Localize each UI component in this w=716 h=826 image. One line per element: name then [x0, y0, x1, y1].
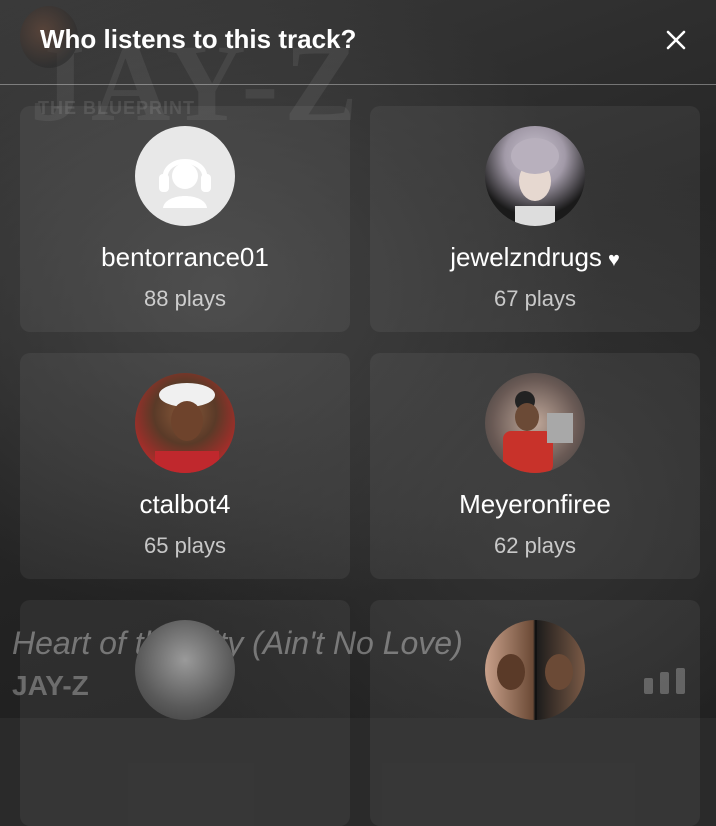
modal-title: Who listens to this track? [40, 24, 357, 54]
avatar [485, 620, 585, 720]
listener-card[interactable] [20, 600, 350, 826]
headphones-user-icon [159, 159, 211, 208]
username[interactable]: jewelzndrugs [450, 242, 602, 272]
play-count: 62 plays [494, 533, 576, 558]
play-count: 65 plays [144, 533, 226, 558]
listener-card[interactable]: bentorrance01 88 plays [20, 106, 350, 332]
username[interactable]: Meyeronfiree [370, 489, 700, 520]
avatar [135, 373, 235, 473]
play-count: 88 plays [144, 286, 226, 311]
avatar-photo [511, 138, 559, 226]
username[interactable]: bentorrance01 [20, 242, 350, 273]
modal-header: Who listens to this track? [0, 0, 716, 85]
listener-card[interactable]: jewelzndrugs ♥ 67 plays [370, 106, 700, 332]
avatar [135, 126, 235, 226]
listeners-modal: Who listens to this track? bentorrance01… [0, 0, 716, 826]
avatar-photo [155, 383, 219, 473]
username[interactable]: ctalbot4 [20, 489, 350, 520]
play-count: 67 plays [494, 286, 576, 311]
listener-card[interactable]: ctalbot4 65 plays [20, 353, 350, 579]
close-icon [666, 30, 686, 50]
avatar-photo [497, 620, 573, 720]
listener-card[interactable]: Meyeronfiree 62 plays [370, 353, 700, 579]
username-row: jewelzndrugs ♥ [370, 242, 700, 273]
avatar [485, 373, 585, 473]
avatar-photo [503, 391, 573, 473]
heart-icon: ♥ [607, 249, 620, 271]
close-button[interactable] [660, 24, 692, 56]
avatar [485, 126, 585, 226]
avatar [135, 620, 235, 720]
listener-card[interactable] [370, 600, 700, 826]
